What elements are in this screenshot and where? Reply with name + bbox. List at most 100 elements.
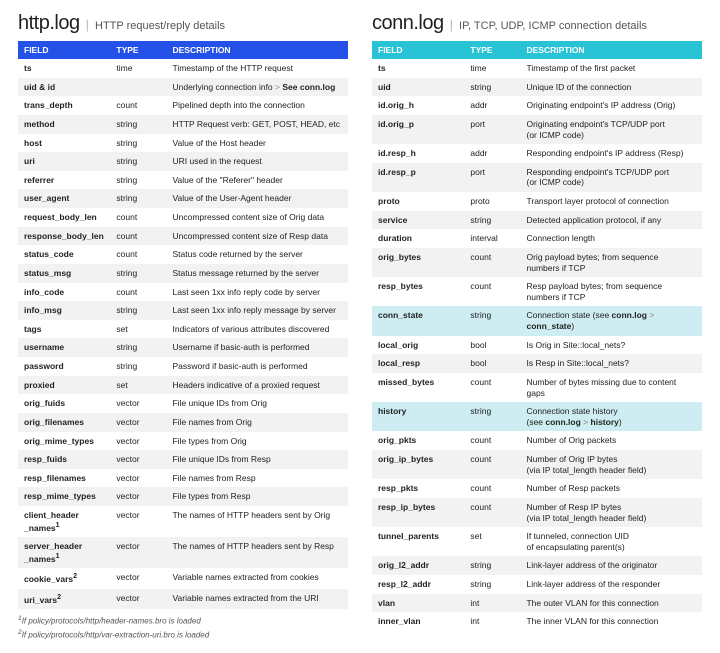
field-cell: uri_vars2 bbox=[18, 589, 110, 609]
desc-cell: Indicators of various attributes discove… bbox=[166, 320, 348, 339]
field-cell: id.resp_p bbox=[372, 163, 464, 192]
table-row: user_agentstringValue of the User-Agent … bbox=[18, 189, 348, 208]
type-cell: string bbox=[464, 575, 520, 594]
table-row: vlanintThe outer VLAN for this connectio… bbox=[372, 594, 702, 613]
desc-cell: Link-layer address of the originator bbox=[520, 556, 702, 575]
type-cell: count bbox=[464, 373, 520, 402]
type-cell: count bbox=[464, 479, 520, 498]
desc-cell: Variable names extracted from cookies bbox=[166, 568, 348, 588]
desc-cell: Uncompressed content size of Orig data bbox=[166, 208, 348, 227]
table-row: methodstringHTTP Request verb: GET, POST… bbox=[18, 115, 348, 134]
desc-cell: Headers indicative of a proxied request bbox=[166, 376, 348, 395]
type-cell: string bbox=[110, 301, 166, 320]
table-row: local_respboolIs Resp in Site::local_net… bbox=[372, 354, 702, 373]
http-subtitle: HTTP request/reply details bbox=[95, 20, 225, 32]
field-cell: resp_pkts bbox=[372, 479, 464, 498]
table-row: resp_ip_bytescountNumber of Resp IP byte… bbox=[372, 498, 702, 527]
desc-cell: Transport layer protocol of connection bbox=[520, 192, 702, 211]
field-cell: orig_filenames bbox=[18, 413, 110, 432]
type-cell: string bbox=[110, 115, 166, 134]
desc-cell: Originating endpoint's IP address (Orig) bbox=[520, 96, 702, 115]
type-cell: count bbox=[110, 96, 166, 115]
desc-cell: Last seen 1xx info reply message by serv… bbox=[166, 301, 348, 320]
type-cell: proto bbox=[464, 192, 520, 211]
type-cell: vector bbox=[110, 394, 166, 413]
field-cell: ts bbox=[18, 59, 110, 78]
table-row: request_body_lencountUncompressed conten… bbox=[18, 208, 348, 227]
desc-cell: File types from Orig bbox=[166, 432, 348, 451]
field-cell: orig_fuids bbox=[18, 394, 110, 413]
field-cell: resp_fuids bbox=[18, 450, 110, 469]
table-row: resp_l2_addrstringLink-layer address of … bbox=[372, 575, 702, 594]
table-row: historystringConnection state history(se… bbox=[372, 402, 702, 431]
http-title-line: http.log | HTTP request/reply details bbox=[18, 12, 348, 35]
table-row: tstimeTimestamp of the HTTP request bbox=[18, 59, 348, 78]
field-cell: id.orig_h bbox=[372, 96, 464, 115]
http-footnotes: 1If policy/protocols/http/header-names.b… bbox=[18, 614, 348, 641]
col-type: TYPE bbox=[464, 41, 520, 59]
desc-cell: File types from Resp bbox=[166, 487, 348, 506]
type-cell: string bbox=[110, 338, 166, 357]
field-cell: info_code bbox=[18, 283, 110, 302]
type-cell: vector bbox=[110, 413, 166, 432]
table-row: durationintervalConnection length bbox=[372, 229, 702, 248]
type-cell: string bbox=[464, 211, 520, 230]
desc-cell: Last seen 1xx info reply code by server bbox=[166, 283, 348, 302]
desc-cell: File names from Resp bbox=[166, 469, 348, 488]
desc-cell: HTTP Request verb: GET, POST, HEAD, etc bbox=[166, 115, 348, 134]
table-row: protoprotoTransport layer protocol of co… bbox=[372, 192, 702, 211]
desc-cell: File names from Orig bbox=[166, 413, 348, 432]
desc-cell: Value of the User-Agent header bbox=[166, 189, 348, 208]
field-cell: resp_ip_bytes bbox=[372, 498, 464, 527]
desc-cell: The outer VLAN for this connection bbox=[520, 594, 702, 613]
type-cell: vector bbox=[110, 487, 166, 506]
http-log-column: http.log | HTTP request/reply details FI… bbox=[18, 12, 348, 641]
desc-cell: Connection length bbox=[520, 229, 702, 248]
divider: | bbox=[86, 17, 89, 32]
table-row: tagssetIndicators of various attributes … bbox=[18, 320, 348, 339]
table-row: resp_fuidsvectorFile unique IDs from Res… bbox=[18, 450, 348, 469]
table-row: conn_statestringConnection state (see co… bbox=[372, 306, 702, 335]
field-cell: history bbox=[372, 402, 464, 431]
table-row: orig_ip_bytescountNumber of Orig IP byte… bbox=[372, 450, 702, 479]
col-desc: DESCRIPTION bbox=[166, 41, 348, 59]
type-cell: string bbox=[110, 357, 166, 376]
table-row: resp_bytescountResp payload bytes; from … bbox=[372, 277, 702, 306]
desc-cell: Responding endpoint's IP address (Resp) bbox=[520, 144, 702, 163]
desc-cell: Detected application protocol, if any bbox=[520, 211, 702, 230]
col-type: TYPE bbox=[110, 41, 166, 59]
type-cell: string bbox=[464, 402, 520, 431]
field-cell: service bbox=[372, 211, 464, 230]
desc-cell: Unique ID of the connection bbox=[520, 78, 702, 97]
table-row: missed_bytescountNumber of bytes missing… bbox=[372, 373, 702, 402]
field-cell: vlan bbox=[372, 594, 464, 613]
type-cell: vector bbox=[110, 589, 166, 609]
type-cell: set bbox=[110, 376, 166, 395]
desc-cell: Username if basic-auth is performed bbox=[166, 338, 348, 357]
table-row: uid & idUnderlying connection info > See… bbox=[18, 78, 348, 97]
divider: | bbox=[450, 17, 453, 32]
desc-cell: Link-layer address of the responder bbox=[520, 575, 702, 594]
type-cell: count bbox=[464, 431, 520, 450]
type-cell: bool bbox=[464, 336, 520, 355]
field-cell: tags bbox=[18, 320, 110, 339]
table-row: info_codecountLast seen 1xx info reply c… bbox=[18, 283, 348, 302]
conn-title-line: conn.log | IP, TCP, UDP, ICMP connection… bbox=[372, 12, 702, 35]
field-cell: orig_l2_addr bbox=[372, 556, 464, 575]
type-cell: vector bbox=[110, 568, 166, 588]
field-cell: id.orig_p bbox=[372, 115, 464, 144]
http-title: http.log bbox=[18, 12, 80, 35]
field-cell: tunnel_parents bbox=[372, 527, 464, 556]
field-cell: server_header_names1 bbox=[18, 537, 110, 568]
type-cell: count bbox=[464, 248, 520, 277]
conn-log-column: conn.log | IP, TCP, UDP, ICMP connection… bbox=[372, 12, 702, 641]
desc-cell: Number of bytes missing due to content g… bbox=[520, 373, 702, 402]
desc-cell: Pipelined depth into the connection bbox=[166, 96, 348, 115]
desc-cell: Uncompressed content size of Resp data bbox=[166, 227, 348, 246]
field-cell: orig_ip_bytes bbox=[372, 450, 464, 479]
table-row: status_codecountStatus code returned by … bbox=[18, 245, 348, 264]
table-row: orig_filenamesvectorFile names from Orig bbox=[18, 413, 348, 432]
table-row: orig_pktscountNumber of Orig packets bbox=[372, 431, 702, 450]
desc-cell: Responding endpoint's TCP/UDP port(or IC… bbox=[520, 163, 702, 192]
table-row: id.orig_haddrOriginating endpoint's IP a… bbox=[372, 96, 702, 115]
